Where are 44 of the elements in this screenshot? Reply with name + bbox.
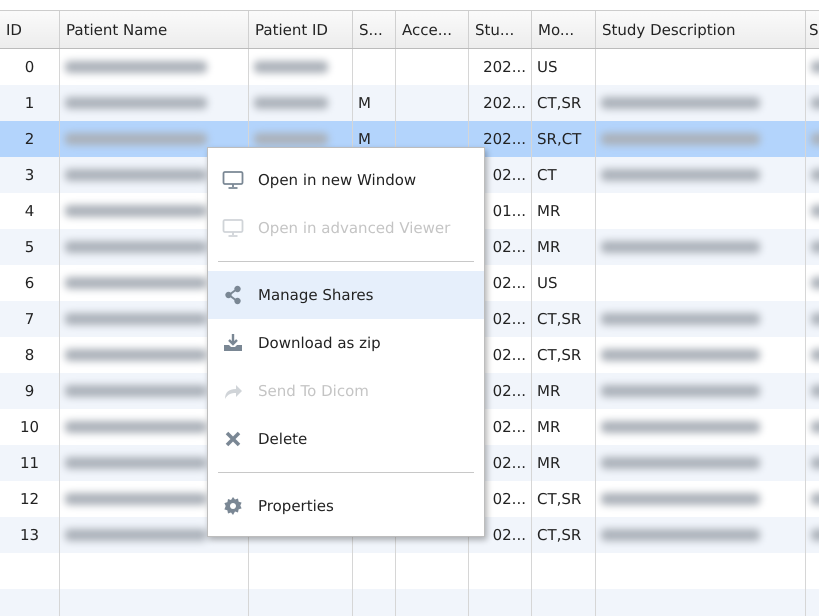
table-cell: 12 bbox=[20, 490, 40, 508]
table-cell: 2 bbox=[24, 130, 34, 148]
table-cell: US bbox=[537, 274, 558, 292]
table-cell: 13 bbox=[20, 526, 40, 544]
table-cell: M bbox=[358, 94, 371, 112]
table-cell: 11 bbox=[20, 454, 40, 472]
table-cell: 02... bbox=[492, 382, 526, 400]
table-cell: 10 bbox=[20, 418, 40, 436]
table-cell: 202... bbox=[483, 58, 526, 76]
table-cell: US bbox=[537, 58, 558, 76]
table-cell: 1 bbox=[24, 94, 34, 112]
table-cell: 7 bbox=[24, 310, 34, 328]
table-cell: 02... bbox=[492, 418, 526, 436]
table-cell: 3 bbox=[24, 166, 34, 184]
table-cell: 202... bbox=[483, 130, 526, 148]
table-cell: CT,SR bbox=[537, 526, 582, 544]
table-cell: 02... bbox=[492, 310, 526, 328]
table-cell: CT,SR bbox=[537, 346, 582, 364]
table-cell: M bbox=[358, 130, 371, 148]
table-cell: CT,SR bbox=[537, 94, 582, 112]
table-cell: MR bbox=[537, 238, 560, 256]
table-cell: 02... bbox=[492, 346, 526, 364]
table-cell: CT,SR bbox=[537, 310, 582, 328]
table-cell: MR bbox=[537, 418, 560, 436]
table-cell: 02... bbox=[492, 274, 526, 292]
table-cell: 02... bbox=[492, 490, 526, 508]
table-cell: MR bbox=[537, 202, 560, 220]
table-cell: 01... bbox=[492, 202, 526, 220]
table-cell: MR bbox=[537, 382, 560, 400]
table-cell: 02... bbox=[492, 454, 526, 472]
table-cell: CT bbox=[537, 166, 557, 184]
table-cell: 5 bbox=[24, 238, 34, 256]
table-cell: MR bbox=[537, 454, 560, 472]
table-cell: SR,CT bbox=[537, 130, 582, 148]
table-cell: 8 bbox=[24, 346, 34, 364]
table-cell: 02... bbox=[492, 526, 526, 544]
table-cell: 4 bbox=[24, 202, 34, 220]
table-cell: 0 bbox=[24, 58, 34, 76]
table-cell: 202... bbox=[483, 94, 526, 112]
table-cell: 6 bbox=[24, 274, 34, 292]
table-cell: 02... bbox=[492, 166, 526, 184]
table-cell: CT,SR bbox=[537, 490, 582, 508]
table-cell: 9 bbox=[24, 382, 34, 400]
table-cell: 02... bbox=[492, 238, 526, 256]
